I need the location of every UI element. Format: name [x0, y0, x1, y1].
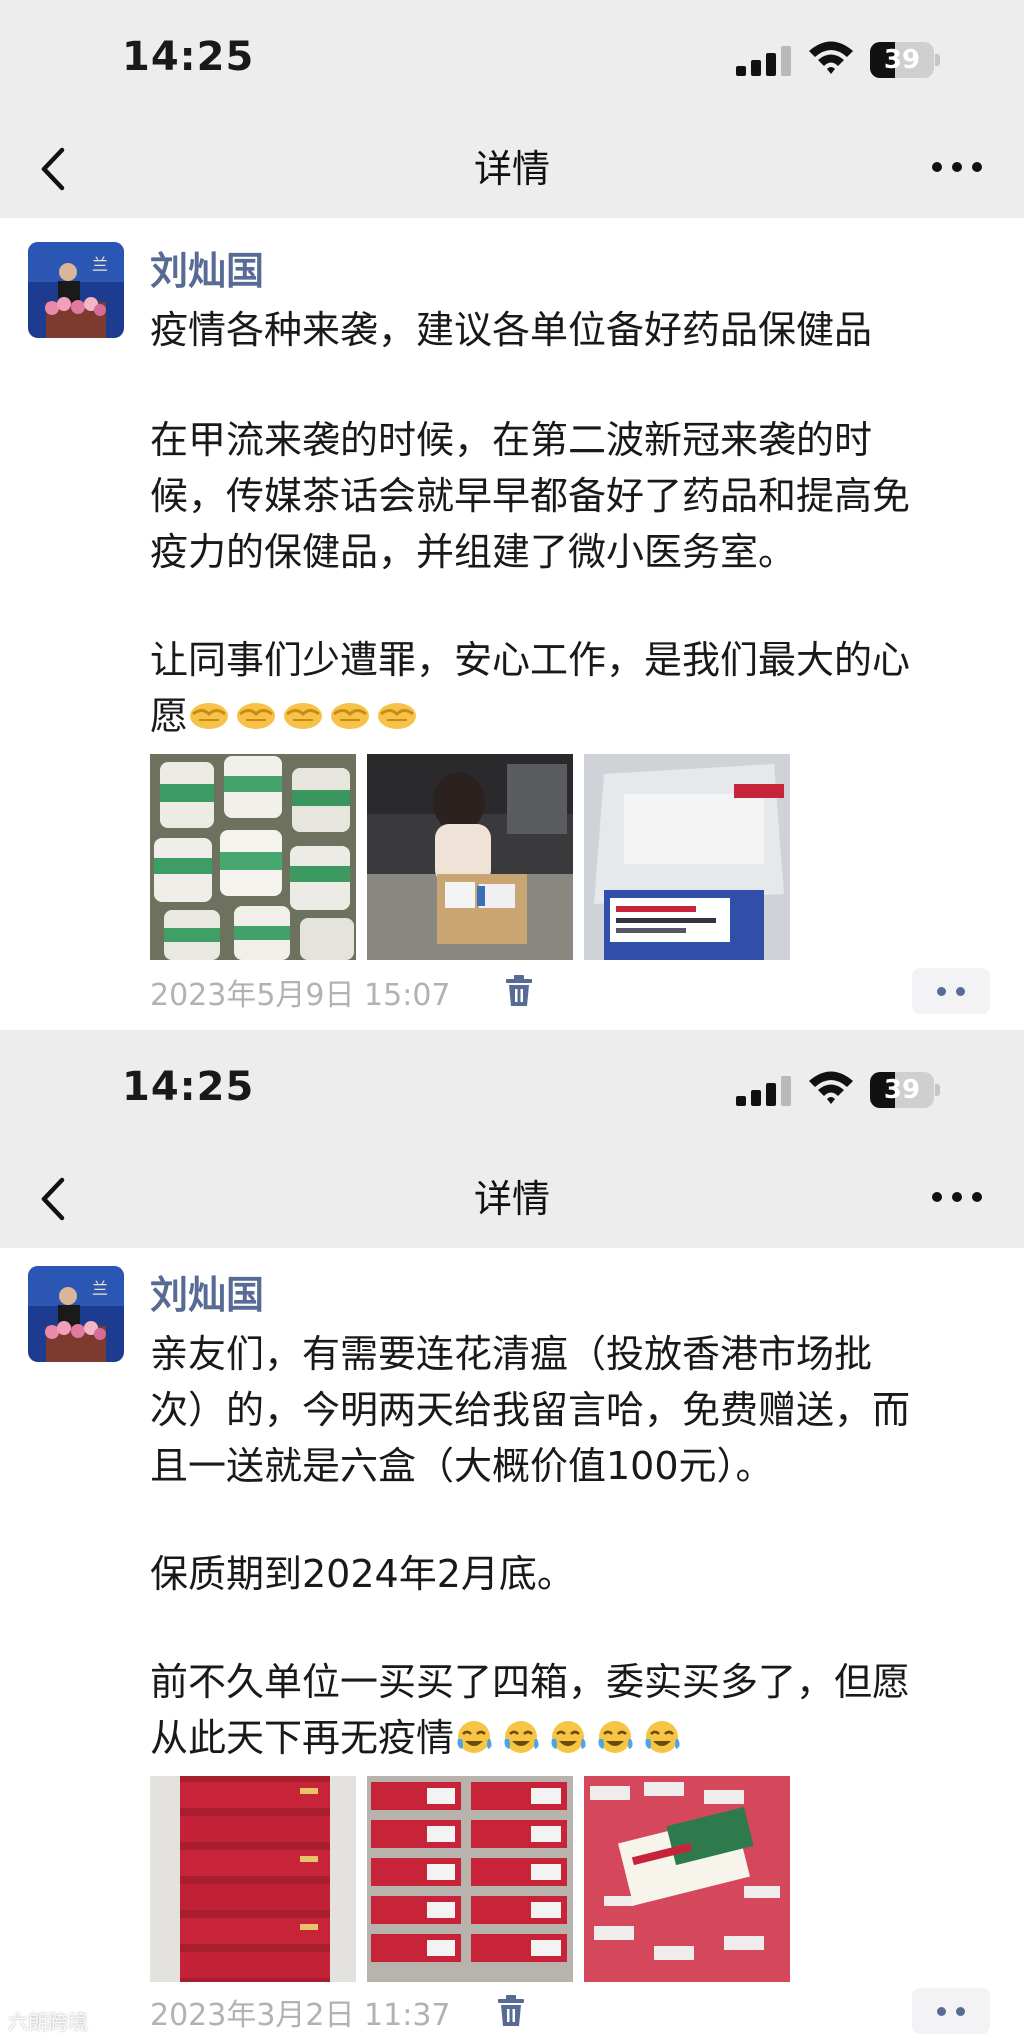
photo-grid	[150, 754, 790, 960]
status-bar: 14:25 39	[0, 1030, 1024, 1150]
wifi-icon	[809, 1071, 853, 1104]
handshake-emoji-row	[188, 694, 423, 738]
more-options-icon[interactable]	[930, 156, 984, 180]
laughing-crying-icon	[504, 1721, 539, 1753]
post-text-line: 候，传媒茶话会就早早都备好了药品和提高免	[150, 474, 911, 518]
battery-level: 39	[883, 1075, 921, 1105]
post-text-line: 次）的，今明两天给我留言哈，免费赠送，而	[150, 1388, 911, 1432]
delete-trash-icon[interactable]	[496, 1994, 526, 2028]
laughing-crying-emoji-row	[454, 1716, 689, 1760]
post-text-line: 保质期到2024年2月底。	[150, 1552, 575, 1596]
cellular-signal-icon	[736, 1076, 792, 1106]
wifi-icon	[809, 41, 853, 74]
post-text-last-line: 从此天下再无疫情	[150, 1710, 986, 1766]
post-timestamp: 2023年3月2日 11:37	[150, 1998, 451, 2033]
post-text-line: 在甲流来袭的时候，在第二波新冠来袭的时	[150, 418, 873, 462]
photo-grid	[150, 1776, 790, 1982]
watermark-text: 六朗跨境	[8, 2010, 88, 2034]
back-chevron-icon[interactable]	[30, 142, 80, 196]
handshake-icon	[237, 703, 276, 729]
post-text-line: 亲友们，有需要连花清瘟（投放香港市场批	[150, 1332, 873, 1376]
photo-medicine-bottles[interactable]	[150, 754, 356, 960]
laughing-crying-icon	[457, 1721, 492, 1753]
screenshot-panel-1: 14:25 39 详情 兰 刘灿国 疫情各种来袭，建议各单位备好药品保健品 在甲…	[0, 0, 1024, 1030]
post-text-line: 愿	[150, 694, 189, 738]
page-title: 详情	[473, 1177, 550, 1221]
avatar[interactable]: 兰	[28, 1266, 124, 1362]
svg-text:兰: 兰	[92, 1279, 108, 1298]
back-chevron-icon[interactable]	[30, 1172, 80, 1226]
photo-medicine-package[interactable]	[584, 754, 790, 960]
battery-icon: 39	[870, 42, 940, 78]
nav-bar: 详情	[0, 120, 1024, 218]
handshake-icon	[284, 703, 323, 729]
handshake-icon	[331, 703, 370, 729]
author-name[interactable]: 刘灿国	[150, 240, 264, 295]
laughing-crying-icon	[598, 1721, 633, 1753]
battery-icon: 39	[870, 1072, 940, 1108]
delete-trash-icon[interactable]	[504, 974, 534, 1008]
status-bar: 14:25 39	[0, 0, 1024, 120]
comment-like-menu-button[interactable]	[912, 968, 990, 1014]
photo-red-medicine-boxes[interactable]	[150, 1776, 356, 1982]
avatar[interactable]: 兰	[28, 242, 124, 338]
post-text-line: 让同事们少遭罪，安心工作，是我们最大的心	[150, 638, 911, 682]
screenshot-panel-2: 14:25 39 详情 兰 刘灿国 亲友们，有需要连花清瘟（投放香港市场批 次）…	[0, 1030, 1024, 2038]
cellular-signal-icon	[736, 46, 792, 76]
status-time: 14:25	[122, 34, 255, 80]
handshake-icon	[190, 703, 229, 729]
laughing-crying-icon	[551, 1721, 586, 1753]
post-text-line: 疫情各种来袭，建议各单位备好药品保健品	[150, 308, 873, 352]
author-name[interactable]: 刘灿国	[150, 1264, 264, 1319]
post-text-last-line: 愿	[150, 688, 986, 744]
comment-like-menu-button[interactable]	[912, 1988, 990, 2034]
nav-bar: 详情	[0, 1150, 1024, 1248]
photo-person-unpacking[interactable]	[367, 754, 573, 960]
post-timestamp: 2023年5月9日 15:07	[150, 978, 451, 1013]
post-text-line: 疫力的保健品，并组建了微小医务室。	[150, 530, 797, 574]
laughing-crying-icon	[645, 1721, 680, 1753]
svg-text:兰: 兰	[92, 255, 108, 274]
status-time: 14:25	[122, 1064, 255, 1110]
post-text-line: 前不久单位一买买了四箱，委实买多了，但愿	[150, 1660, 911, 1704]
handshake-icon	[378, 703, 417, 729]
post-text-line: 从此天下再无疫情	[150, 1716, 455, 1760]
photo-stacked-boxes[interactable]	[367, 1776, 573, 1982]
battery-level: 39	[883, 45, 921, 75]
more-options-icon[interactable]	[930, 1186, 984, 1210]
post-text-line: 且一送就是六盒（大概价值100元）。	[150, 1444, 774, 1488]
page-title: 详情	[473, 147, 550, 191]
photo-opened-medicine-box[interactable]	[584, 1776, 790, 1982]
